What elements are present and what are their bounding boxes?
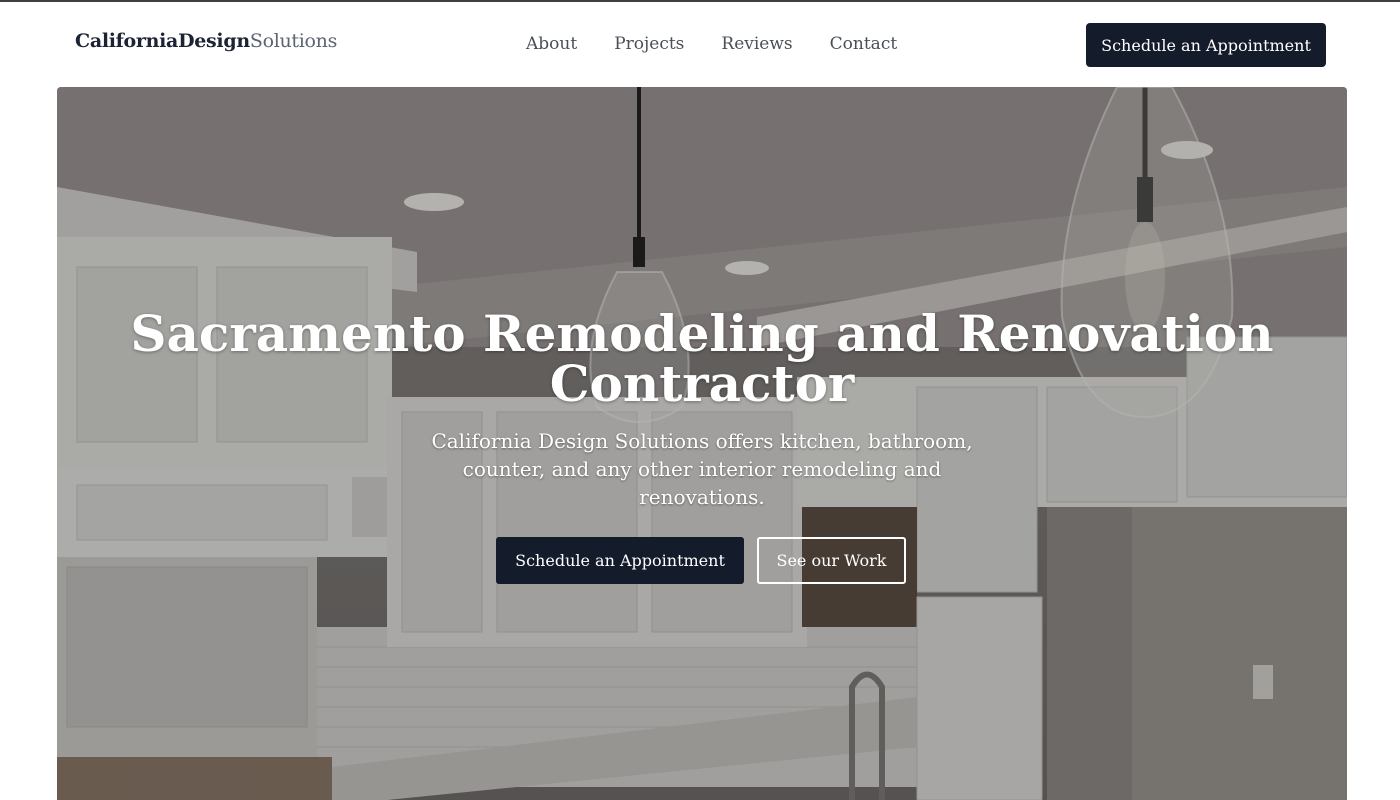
hero-schedule-appointment-button[interactable]: Schedule an Appointment — [496, 537, 744, 584]
brand-logo-part1: CaliforniaDesign — [75, 30, 250, 52]
schedule-appointment-button[interactable]: Schedule an Appointment — [1086, 23, 1326, 67]
nav-item-projects[interactable]: Projects — [614, 34, 684, 54]
main-nav: About Projects Reviews Contact — [526, 34, 897, 54]
hero-section: Sacramento Remodeling and Renovation Con… — [57, 87, 1347, 800]
hero-title: Sacramento Remodeling and Renovation Con… — [57, 309, 1347, 409]
hero-title-line2: Contractor — [549, 354, 855, 413]
brand-logo-part2: Solutions — [249, 30, 338, 52]
nav-item-about[interactable]: About — [526, 34, 577, 54]
nav-item-contact[interactable]: Contact — [830, 34, 898, 54]
see-our-work-button[interactable]: See our Work — [757, 537, 906, 584]
brand-logo[interactable]: CaliforniaDesignSolutions — [75, 30, 337, 52]
hero-subtitle: California Design Solutions offers kitch… — [431, 429, 973, 509]
site-header: CaliforniaDesignSolutions About Projects… — [0, 2, 1400, 86]
nav-item-reviews[interactable]: Reviews — [721, 34, 792, 54]
